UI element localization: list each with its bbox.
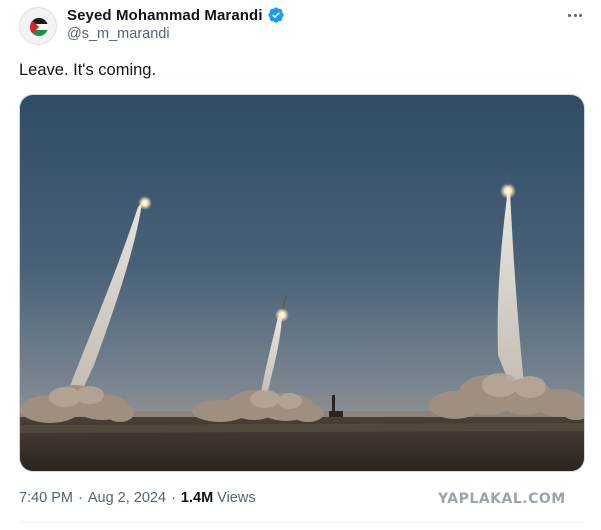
more-options-icon[interactable] xyxy=(562,6,588,24)
tweet-photo[interactable] xyxy=(19,94,585,472)
meta-separator: · xyxy=(78,490,83,506)
views-label[interactable]: Views xyxy=(217,490,255,506)
author-avatar[interactable] xyxy=(19,7,57,45)
author-name-row: Seyed Mohammad Marandi xyxy=(67,5,285,25)
tweet-time[interactable]: 7:40 PM xyxy=(19,490,73,506)
tweet-card: Seyed Mohammad Marandi @s_m_marandi Leav… xyxy=(0,0,601,530)
tweet-text: Leave. It's coming. xyxy=(19,61,157,79)
meta-separator-2: · xyxy=(171,490,176,506)
tweet-date[interactable]: Aug 2, 2024 xyxy=(88,490,166,506)
divider xyxy=(19,522,585,523)
verified-badge-icon[interactable] xyxy=(267,6,285,24)
author-display-name[interactable]: Seyed Mohammad Marandi xyxy=(67,7,263,24)
missile-launch-photo-icon xyxy=(20,95,584,471)
palestine-flag-avatar-icon xyxy=(20,8,56,44)
views-count[interactable]: 1.4M xyxy=(181,490,213,506)
watermark: YAPLAKAL.COM xyxy=(438,491,566,507)
tweet-meta: 7:40 PM · Aug 2, 2024 · 1.4M Views xyxy=(19,490,256,506)
author-handle[interactable]: @s_m_marandi xyxy=(67,26,170,42)
